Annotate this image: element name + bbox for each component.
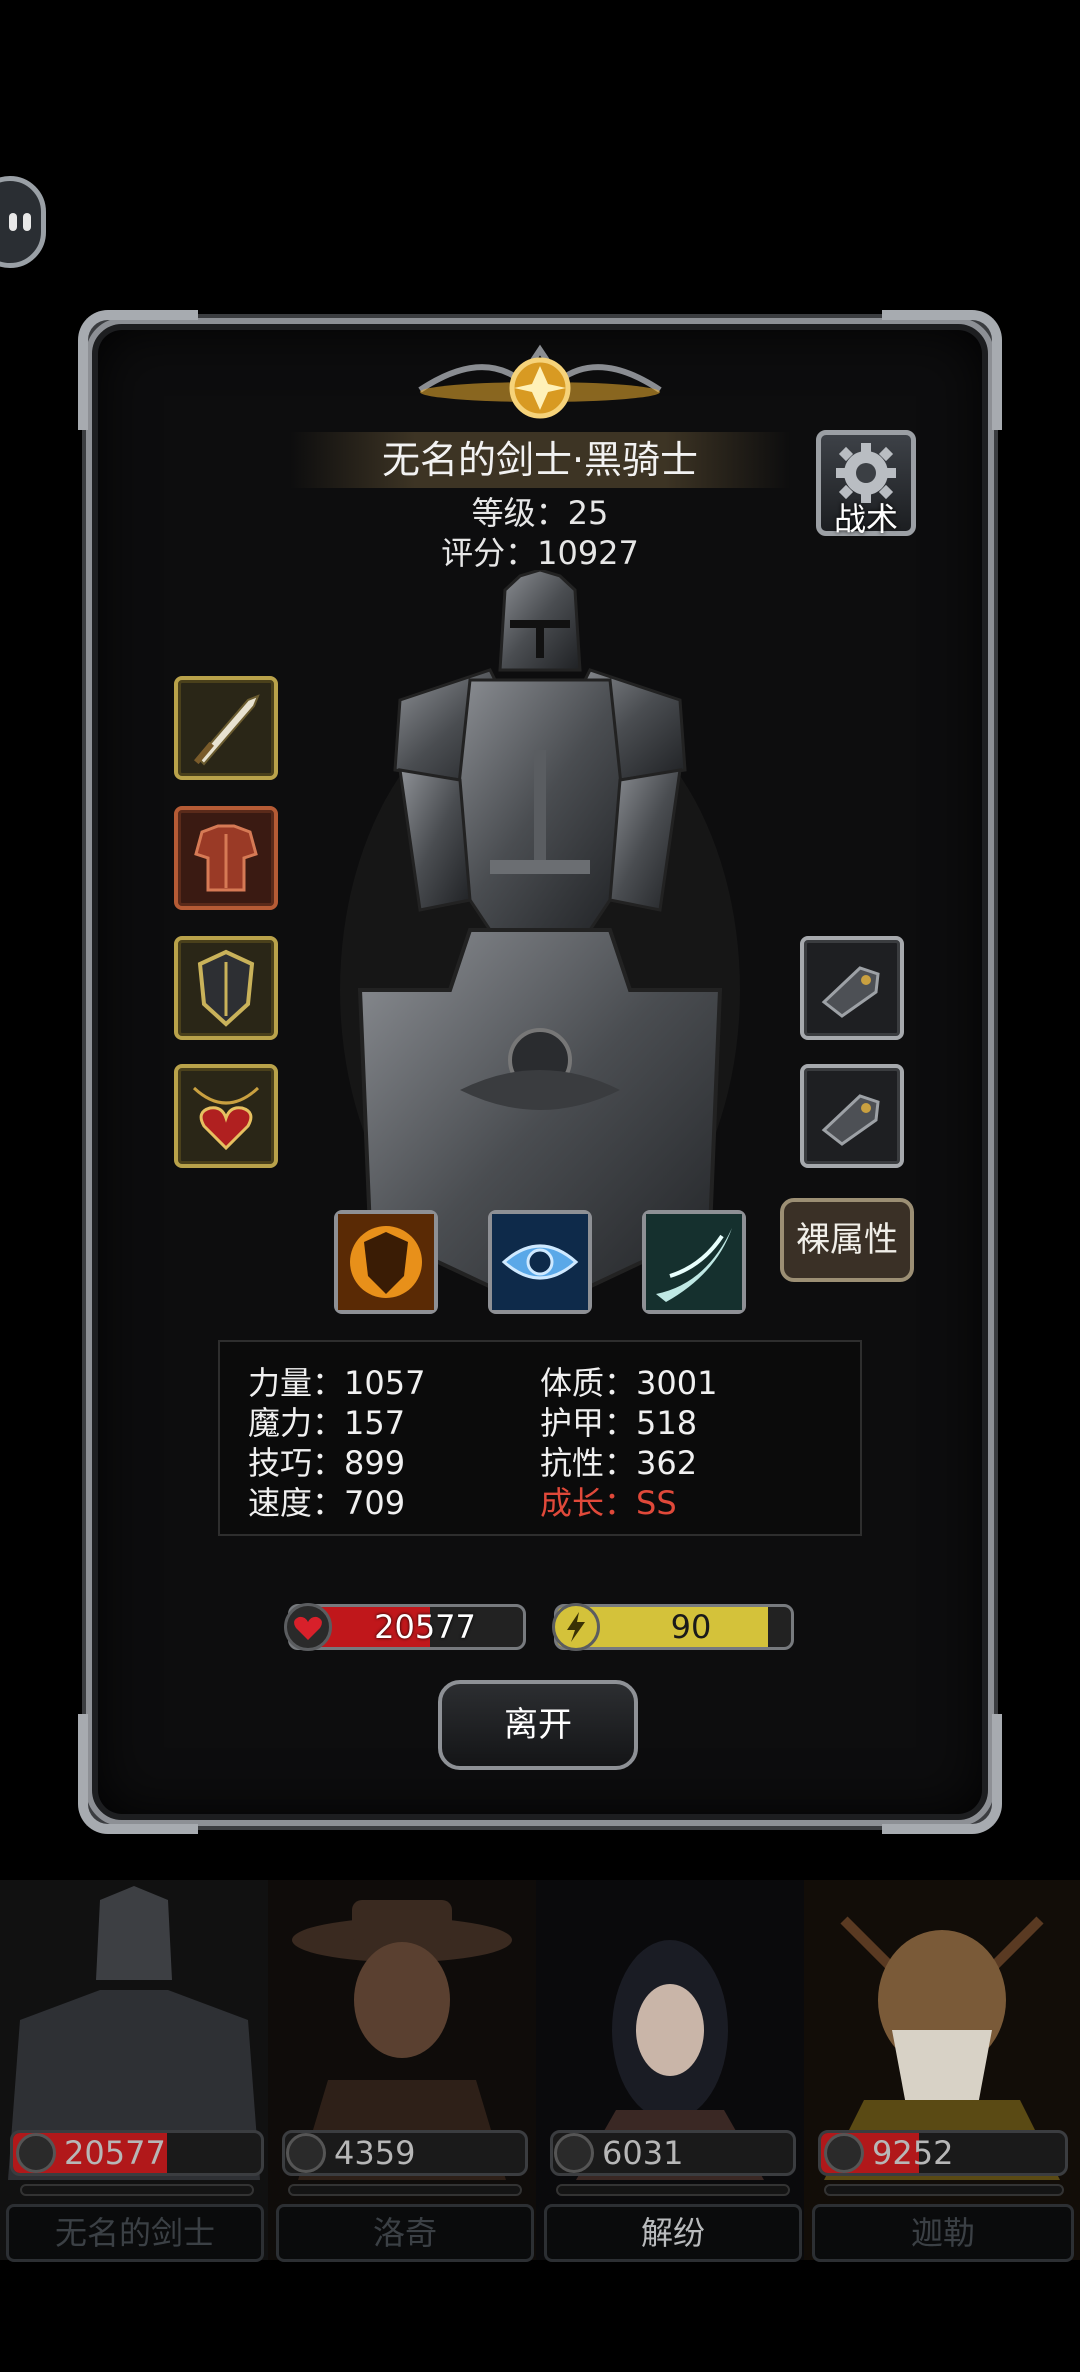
panel-corner-ornament [78, 310, 198, 430]
skill-slot-2[interactable] [488, 1210, 592, 1314]
floating-assistant-button[interactable] [0, 176, 46, 268]
gauntlet-icon [821, 1094, 880, 1146]
bare-stats-label: 裸属性 [796, 1220, 898, 1260]
sword-icon [824, 2133, 864, 2173]
hero-name: 无名的剑士·黑骑士 [381, 438, 699, 482]
roster-name: 迦勒 [910, 2214, 975, 2252]
roster-name: 无名的剑士 [54, 2214, 215, 2252]
heart-icon [284, 1603, 332, 1651]
stat-skill: 技巧：899 [248, 1444, 406, 1482]
roster-card[interactable] [268, 1880, 536, 2260]
slash-skill-icon [646, 1214, 742, 1310]
roster-portrait-knight [0, 1880, 268, 2260]
bottom-safe-area [0, 2264, 1080, 2372]
chest-armor-icon [194, 824, 258, 892]
roster-portrait-cowboy [268, 1880, 536, 2260]
stat-magic: 魔力：157 [248, 1404, 406, 1442]
roster-energy-bar [20, 2184, 254, 2196]
hero-score: 评分：10927 [441, 534, 639, 572]
roster-hp-value: 4359 [334, 2134, 416, 2172]
panel-corner-ornament [78, 1714, 198, 1834]
equip-slot-armor[interactable] [174, 806, 278, 910]
hp-value: 20577 [374, 1608, 476, 1646]
stat-speed: 速度：709 [248, 1484, 406, 1522]
roster-hp-value: 20577 [64, 2134, 166, 2172]
skill-slot-3[interactable] [642, 1210, 746, 1314]
sword-icon [286, 2133, 326, 2173]
skill-slot-1[interactable] [334, 1210, 438, 1314]
roster-portrait-druid [804, 1880, 1080, 2260]
roster-energy-bar [288, 2184, 522, 2196]
shield-armor-icon [197, 949, 255, 1027]
equip-slot-ring-1[interactable] [800, 936, 904, 1040]
equip-slot-amulet[interactable] [174, 1064, 278, 1168]
black-knight-portrait [340, 570, 740, 1310]
roster-card[interactable] [804, 1880, 1080, 2260]
sword-icon [193, 694, 260, 766]
sword-icon [16, 2133, 56, 2173]
crest-emblem-icon [418, 344, 662, 419]
roster-hp-value: 9252 [872, 2134, 954, 2172]
energy-value: 90 [670, 1608, 712, 1646]
stat-armor: 护甲：518 [540, 1404, 698, 1442]
eye-dot [9, 213, 17, 231]
roster-name: 洛奇 [372, 2214, 437, 2252]
eye-skill-icon [492, 1214, 588, 1310]
roster-portrait-woman [536, 1880, 804, 2260]
roster-name: 解纷 [640, 2214, 705, 2252]
tactics-label: 战术 [833, 500, 898, 538]
panel-corner-ornament [882, 1714, 1002, 1834]
gauntlet-icon [821, 966, 880, 1018]
roster-hp-value: 6031 [602, 2134, 684, 2172]
sword-icon [554, 2133, 594, 2173]
fire-shield-skill-icon [338, 1214, 434, 1310]
lightning-icon [552, 1603, 600, 1651]
panel-corner-ornament [882, 310, 1002, 430]
equip-slot-weapon[interactable] [174, 676, 278, 780]
equip-slot-shield[interactable] [174, 936, 278, 1040]
stat-growth: 成长：SS [540, 1484, 677, 1522]
roster-energy-bar [824, 2184, 1064, 2196]
roster-card[interactable] [536, 1880, 804, 2260]
stat-constitution: 体质：3001 [540, 1364, 718, 1402]
heart-amulet-icon [192, 1086, 260, 1151]
roster-card[interactable] [0, 1880, 268, 2260]
stat-strength: 力量：1057 [248, 1364, 426, 1402]
leave-label: 离开 [504, 1705, 572, 1745]
eye-dot [23, 213, 31, 231]
equip-slot-ring-2[interactable] [800, 1064, 904, 1168]
stat-resistance: 抗性：362 [540, 1444, 698, 1482]
roster-energy-bar [556, 2184, 790, 2196]
